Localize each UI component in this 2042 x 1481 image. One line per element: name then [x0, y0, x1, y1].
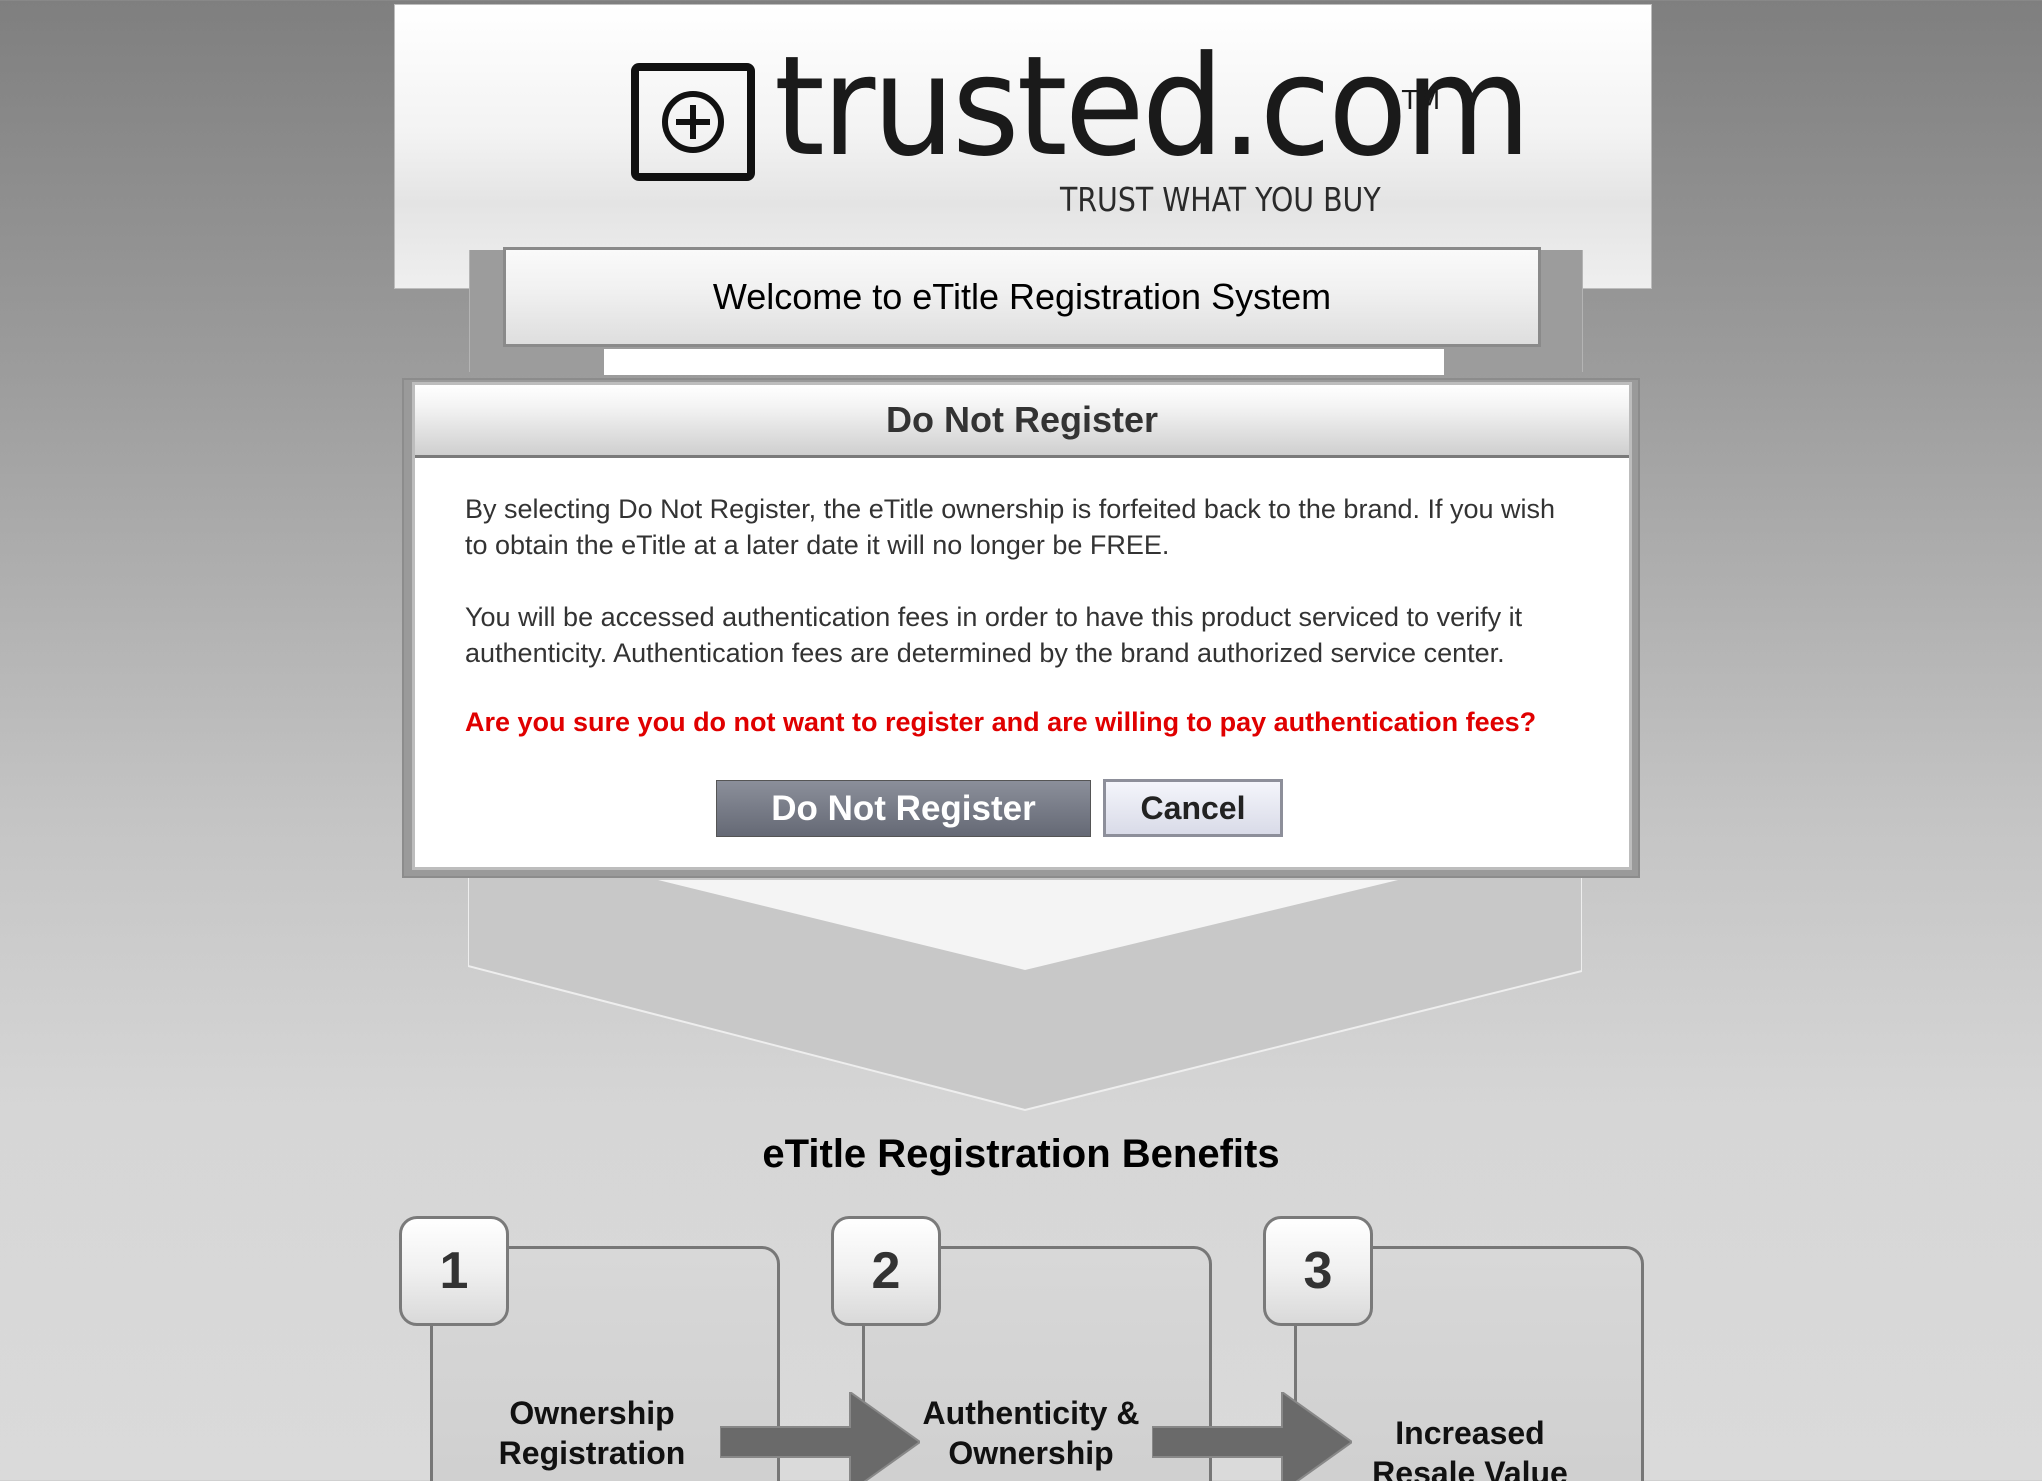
right-arrow-icon: [1152, 1392, 1352, 1481]
benefit-label: Ownership Registration: [498, 1395, 686, 1471]
benefits-title: eTitle Registration Benefits: [762, 1132, 1280, 1176]
step-number-badge: 3: [1263, 1216, 1373, 1326]
divider-strip: [604, 349, 1444, 375]
benefit-label: Authenticity & Ownership: [922, 1395, 1140, 1471]
dialog-warning: Are you sure you do not want to register…: [465, 707, 1537, 737]
trademark-symbol: TM: [1402, 86, 1441, 116]
trusted-logo-icon: [631, 63, 755, 181]
down-chevron-graphic: [468, 860, 1582, 1112]
welcome-title: Welcome to eTitle Registration System: [503, 247, 1541, 347]
right-arrow-icon: [720, 1392, 920, 1481]
step-number-badge: 2: [831, 1216, 941, 1326]
do-not-register-dialog: Do Not Register By selecting Do Not Regi…: [412, 382, 1632, 870]
dialog-paragraph-fees: You will be accessed authentication fees…: [465, 602, 1523, 668]
step-number-badge: 1: [399, 1216, 509, 1326]
benefit-label: Increased Resale Value: [1372, 1415, 1568, 1481]
plus-circle-icon: [662, 91, 724, 153]
dialog-title: Do Not Register: [415, 385, 1629, 458]
cancel-button[interactable]: Cancel: [1103, 779, 1283, 837]
dialog-paragraph-forfeit: By selecting Do Not Register, the eTitle…: [465, 494, 1556, 560]
logo-tagline: TRUST WHAT YOU BUY: [1060, 180, 1381, 219]
do-not-register-button[interactable]: Do Not Register: [716, 780, 1091, 837]
